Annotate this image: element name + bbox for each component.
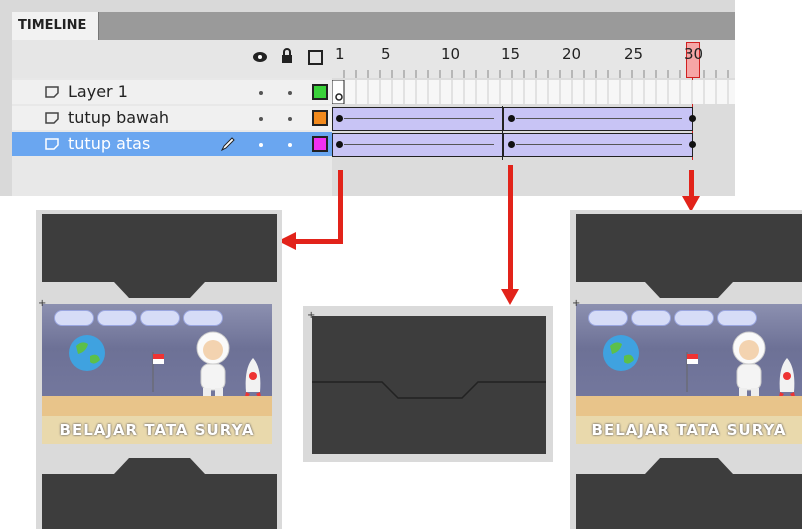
lock-dot[interactable] xyxy=(288,143,292,147)
banner-title: BELAJAR TATA SURYA xyxy=(591,421,787,439)
tween-arrow xyxy=(344,118,494,119)
frame-cells xyxy=(332,80,729,104)
ruler-label: 10 xyxy=(441,45,461,63)
flag-illustration xyxy=(152,352,164,392)
registration-mark: + xyxy=(38,298,47,309)
layer-icon xyxy=(45,86,59,98)
banner-title: BELAJAR TATA SURYA xyxy=(59,421,255,439)
menu-button[interactable] xyxy=(183,310,223,326)
current-frame-label: 30 xyxy=(684,45,704,63)
lock-dot[interactable] xyxy=(288,91,292,95)
motion-tween[interactable] xyxy=(503,133,693,157)
menu-button[interactable] xyxy=(54,310,94,326)
red-arrow-line xyxy=(508,165,513,291)
keyframe[interactable] xyxy=(689,141,696,148)
red-arrow-line xyxy=(689,170,694,198)
keyframe[interactable] xyxy=(336,115,343,122)
ruler-label: 1 xyxy=(335,45,345,63)
arrow-down-icon xyxy=(501,289,519,305)
keyframe[interactable] xyxy=(336,141,343,148)
ruler-label: 5 xyxy=(381,45,391,63)
closed-covers xyxy=(312,316,546,454)
pencil-icon xyxy=(220,137,235,152)
bottom-cover xyxy=(576,458,802,529)
motion-tween[interactable] xyxy=(503,107,693,131)
lock-dot[interactable] xyxy=(288,117,292,121)
moon-surface xyxy=(576,396,802,416)
timeline-tab[interactable]: TIMELINE xyxy=(12,12,99,40)
menu-button[interactable] xyxy=(674,310,714,326)
visibility-dot[interactable] xyxy=(259,143,263,147)
keyframe[interactable] xyxy=(508,115,515,122)
tween-arrow xyxy=(344,144,494,145)
layer-color-swatch[interactable] xyxy=(312,110,328,126)
top-cover xyxy=(42,214,277,298)
tween-arrow xyxy=(516,144,682,145)
layer-color-swatch[interactable] xyxy=(312,136,328,152)
earth-illustration xyxy=(69,335,105,371)
outline-icon[interactable] xyxy=(308,50,323,65)
eye-icon[interactable] xyxy=(252,50,268,64)
layer-row-tutup-bawah[interactable]: tutup bawah xyxy=(12,106,332,130)
frame-row-tutup-bawah[interactable] xyxy=(332,106,735,131)
layer-name: tutup bawah xyxy=(68,108,170,127)
registration-mark: + xyxy=(307,310,316,321)
top-cover xyxy=(576,214,802,298)
visibility-dot[interactable] xyxy=(259,117,263,121)
astronaut-illustration xyxy=(196,331,230,398)
astronaut-illustration xyxy=(732,331,766,398)
ruler-label: 25 xyxy=(624,45,644,63)
frame-row-layer-1[interactable] xyxy=(332,80,735,104)
motion-tween[interactable] xyxy=(332,107,504,131)
moon-surface xyxy=(42,396,272,416)
layer-color-swatch[interactable] xyxy=(312,84,328,100)
title-banner: BELAJAR TATA SURYA xyxy=(42,416,272,444)
menu-button[interactable] xyxy=(97,310,137,326)
layer-icon xyxy=(45,138,59,150)
tween-arrow xyxy=(516,118,682,119)
menu-button[interactable] xyxy=(717,310,757,326)
layer-row-tutup-atas[interactable]: tutup atas xyxy=(12,132,332,156)
motion-tween[interactable] xyxy=(332,133,504,157)
frame-divider xyxy=(502,106,503,160)
layer-row-layer-1[interactable]: Layer 1 xyxy=(12,80,332,104)
layer-icon xyxy=(45,112,59,124)
red-arrow-line xyxy=(338,170,343,244)
timeline-tab-bar xyxy=(12,12,735,40)
red-arrow-line xyxy=(292,239,343,244)
menu-button[interactable] xyxy=(140,310,180,326)
keyframe[interactable] xyxy=(689,115,696,122)
earth-illustration xyxy=(603,335,639,371)
ruler-label: 15 xyxy=(501,45,521,63)
keyframe[interactable] xyxy=(508,141,515,148)
lock-icon[interactable] xyxy=(280,48,294,64)
title-banner: BELAJAR TATA SURYA xyxy=(576,416,802,444)
ruler-ticks xyxy=(343,70,729,78)
flag-illustration xyxy=(686,352,698,392)
visibility-dot[interactable] xyxy=(259,91,263,95)
layer-name: tutup atas xyxy=(68,134,151,153)
menu-button[interactable] xyxy=(631,310,671,326)
ruler-label: 20 xyxy=(562,45,582,63)
frame-row-tutup-atas[interactable] xyxy=(332,132,735,157)
bottom-cover xyxy=(42,458,277,529)
menu-button[interactable] xyxy=(588,310,628,326)
layer-name: Layer 1 xyxy=(68,82,128,101)
registration-mark: + xyxy=(572,298,581,309)
